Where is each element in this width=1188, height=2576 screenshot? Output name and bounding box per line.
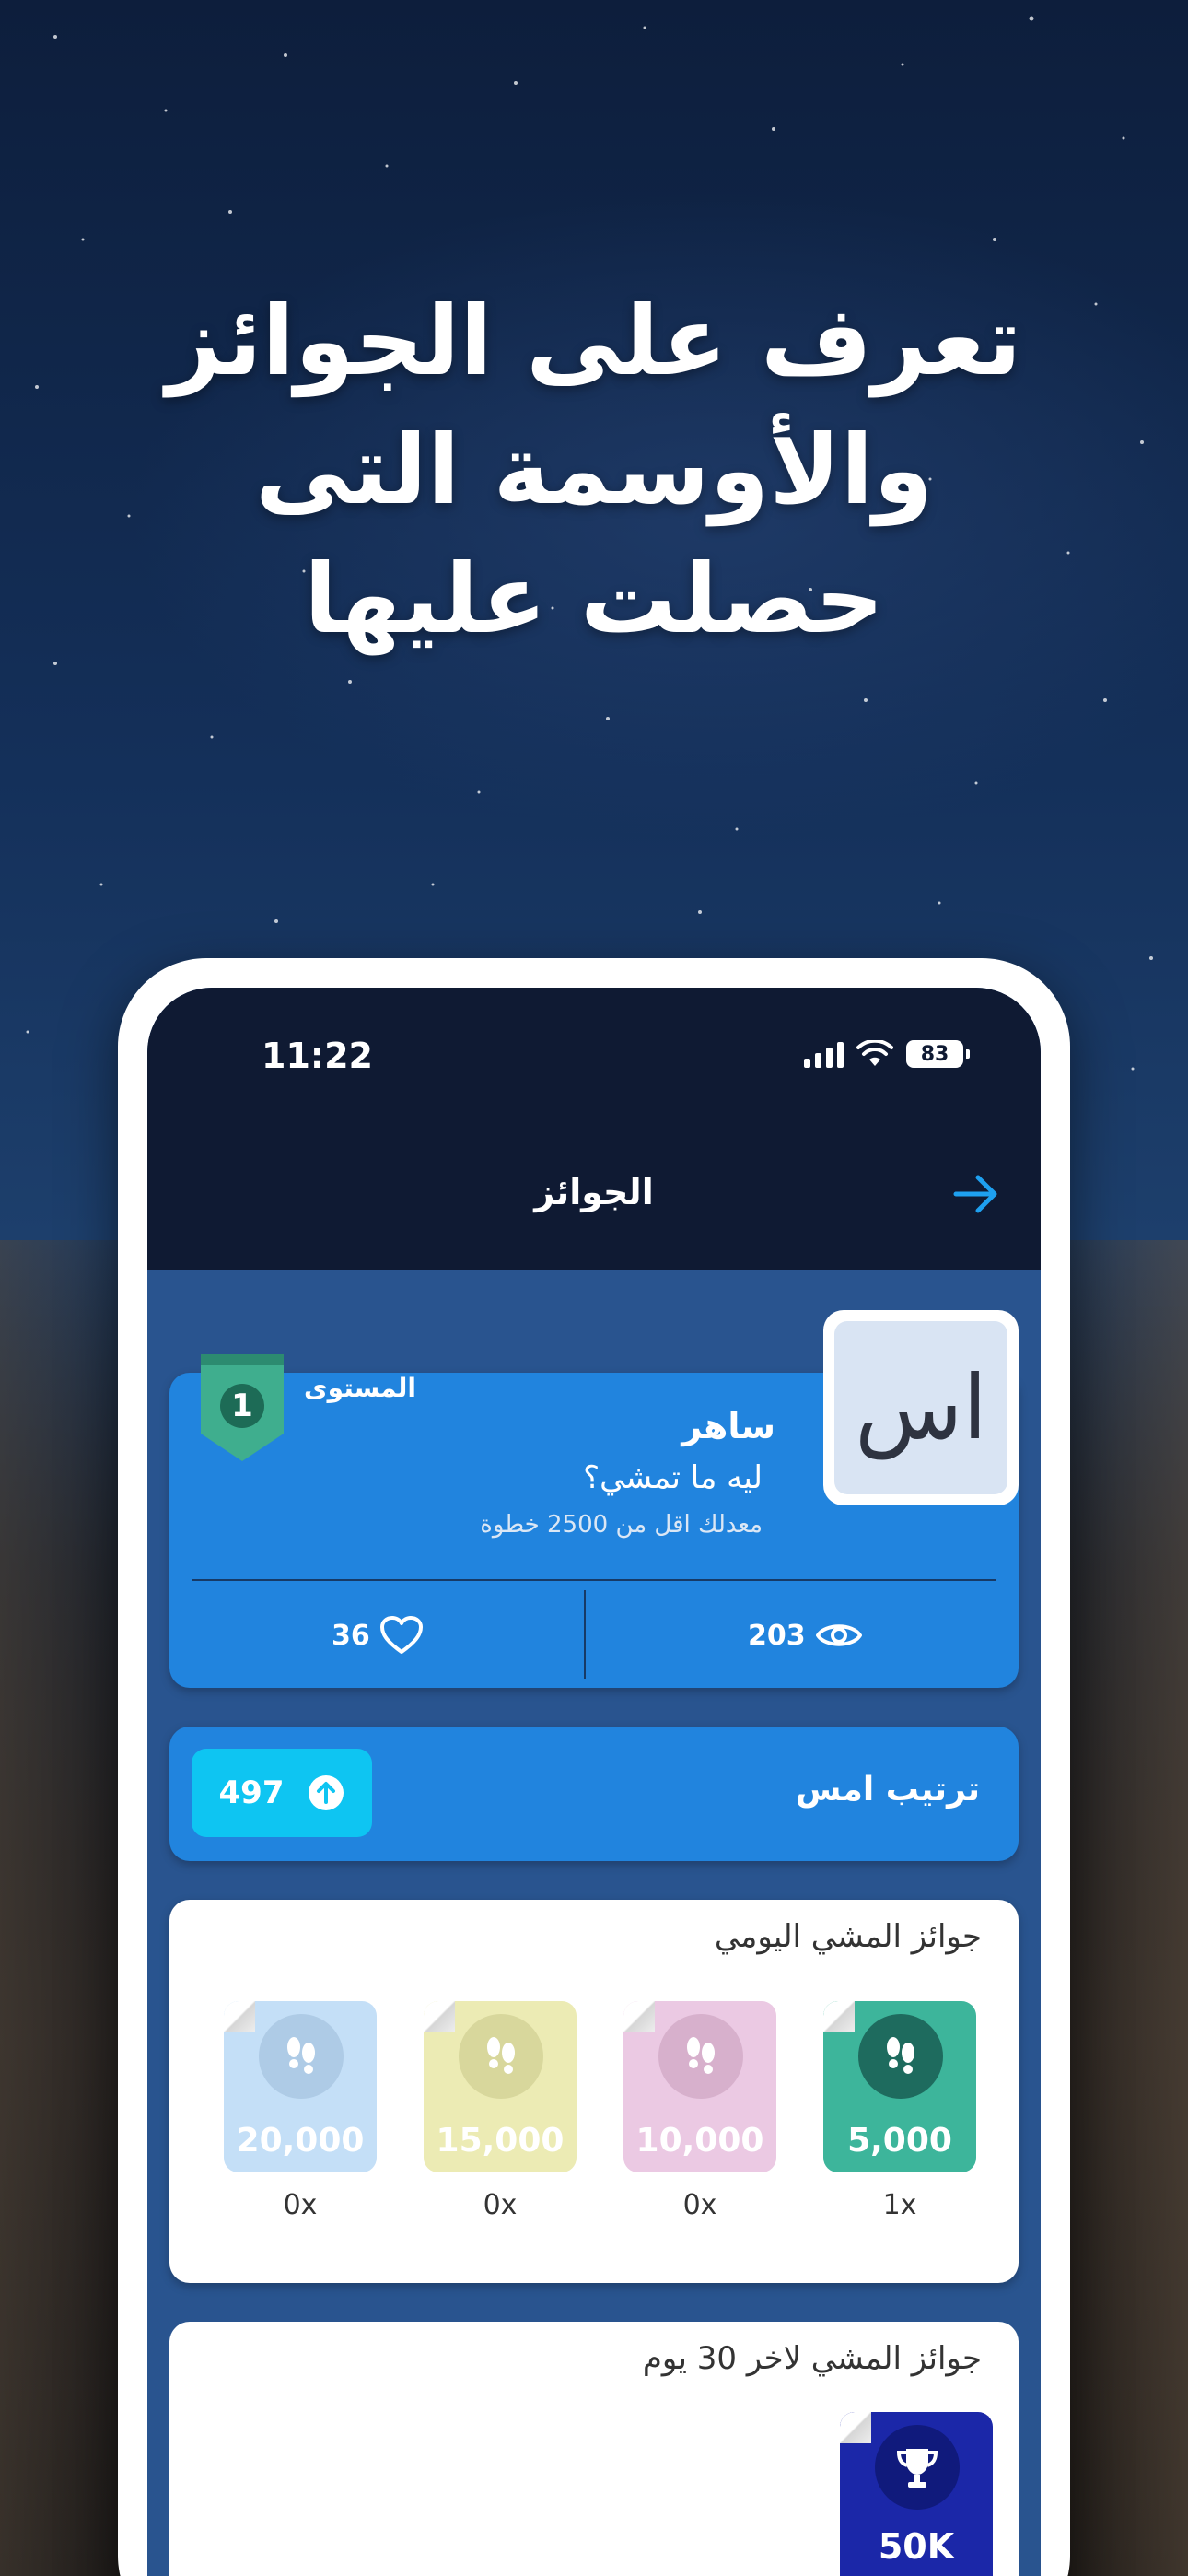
rank-pill: 497 (192, 1749, 372, 1837)
promo-headline: تعرف على الجوائز والأوسمة التى حصلت عليه… (0, 276, 1188, 663)
monthly-awards-card: جوائز المشي لاخر 30 يوم 50K (169, 2322, 1019, 2576)
user-status: ليه ما تمشي؟ (583, 1459, 763, 1496)
daily-awards-title: جوائز المشي اليومي (714, 1918, 982, 1955)
monthly-award-value: 50K (878, 2526, 955, 2567)
award-tile: 20,000 (224, 2001, 377, 2172)
footprints-icon (658, 2014, 743, 2099)
award-item[interactable]: 5,000 1x (823, 2001, 976, 2221)
card-divider (192, 1579, 996, 1581)
award-count: 1x (882, 2189, 917, 2221)
user-name: ساهر (681, 1406, 775, 1446)
status-time: 11:22 (262, 1036, 373, 1076)
eye-icon (815, 1624, 862, 1646)
award-tile: 5,000 (823, 2001, 976, 2172)
monthly-awards-title: جوائز المشي لاخر 30 يوم (642, 2340, 982, 2377)
avatar[interactable]: اس (823, 1310, 1019, 1505)
daily-awards-card: جوائز المشي اليومي 5,000 1x 10,000 0x 15… (169, 1900, 1019, 2283)
likes-stat[interactable]: 36 (332, 1612, 424, 1658)
headline-line-2: والأوسمة التى (254, 414, 934, 526)
award-item[interactable]: 15,000 0x (424, 2001, 577, 2221)
status-icons: 83 (804, 1036, 970, 1072)
avatar-initials: اس (834, 1321, 1007, 1494)
phone-screen: 11:22 83 الجوائز 1 المستوى ساهر ليه ما ت… (147, 988, 1041, 2576)
wifi-icon (856, 1040, 893, 1066)
arrow-right-icon[interactable] (949, 1166, 1004, 1222)
award-count: 0x (483, 2189, 518, 2221)
award-value: 15,000 (436, 2122, 565, 2160)
award-item[interactable]: 20,000 0x (224, 2001, 377, 2221)
level-number: 1 (231, 1388, 253, 1424)
likes-count: 36 (332, 1619, 370, 1652)
award-item[interactable]: 10,000 0x (623, 2001, 776, 2221)
award-tile: 15,000 (424, 2001, 577, 2172)
app-header: 11:22 83 الجوائز (147, 988, 1041, 1270)
yesterday-rank-bar[interactable]: ترتيب امس 497 (169, 1727, 1019, 1861)
award-tile: 10,000 (623, 2001, 776, 2172)
page-title: الجوائز (534, 1172, 654, 1212)
footprints-icon (459, 2014, 543, 2099)
arrow-up-circle-icon (309, 1775, 344, 1810)
rank-title: ترتيب امس (795, 1771, 980, 1809)
footprints-icon (259, 2014, 344, 2099)
award-value: 10,000 (635, 2122, 764, 2160)
level-label: المستوى (304, 1373, 417, 1403)
heart-icon (379, 1616, 423, 1654)
award-count: 0x (283, 2189, 318, 2221)
views-stat[interactable]: 203 (748, 1612, 863, 1658)
headline-line-1: تعرف على الجوائز (166, 285, 1022, 397)
user-step-note: معدلك اقل من 2500 خطوة (480, 1511, 763, 1539)
award-value: 20,000 (236, 2122, 365, 2160)
battery-icon: 83 (906, 1040, 970, 1068)
card-vertical-divider (584, 1590, 586, 1679)
rank-value: 497 (218, 1774, 285, 1811)
award-value: 5,000 (847, 2122, 952, 2160)
footprints-icon (858, 2014, 943, 2099)
cellular-signal-icon (804, 1040, 844, 1068)
monthly-award-tile[interactable]: 50K (840, 2412, 993, 2576)
award-count: 0x (682, 2189, 717, 2221)
trophy-icon (875, 2425, 960, 2510)
views-count: 203 (748, 1619, 806, 1652)
headline-line-3: حصلت عليها (304, 543, 884, 655)
